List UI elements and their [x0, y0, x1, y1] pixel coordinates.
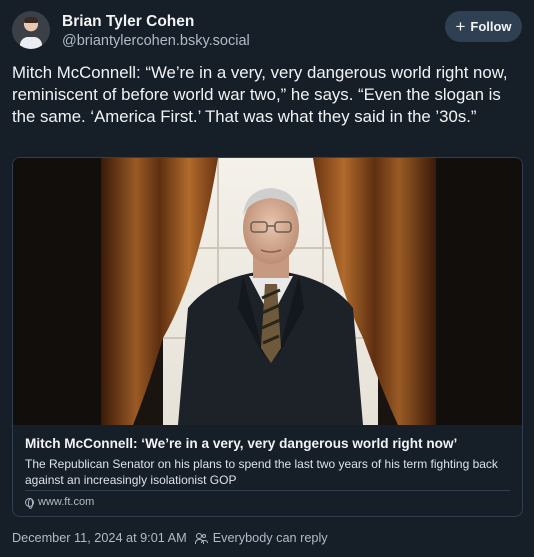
post-header: Brian Tyler Cohen @briantylercohen.bsky.… [12, 11, 522, 51]
link-card-description: The Republican Senator on his plans to s… [25, 457, 498, 487]
post-text: Mitch McConnell: “We’re in a very, very … [12, 63, 508, 126]
globe-icon [25, 497, 34, 509]
link-card-image [13, 158, 522, 425]
author-handle[interactable]: @briantylercohen.bsky.social [62, 33, 250, 49]
reply-setting: Everybody can reply [194, 531, 328, 545]
link-card-divider [25, 490, 510, 491]
link-card[interactable]: Mitch McConnell: ‘We’re in a very, very … [12, 157, 523, 517]
follow-button-label: Follow [470, 19, 512, 34]
post-timestamp[interactable]: December 11, 2024 at 9:01 AM [12, 531, 187, 545]
post-footer: December 11, 2024 at 9:01 AM Everybody c… [12, 530, 328, 546]
link-card-title: Mitch McConnell: ‘We’re in a very, very … [25, 436, 458, 451]
link-card-domain-label: www.ft.com [38, 496, 95, 508]
avatar[interactable] [12, 11, 50, 49]
link-card-domain: www.ft.com [25, 496, 95, 509]
reply-setting-label: Everybody can reply [212, 531, 328, 545]
follow-button[interactable]: + Follow [445, 11, 522, 42]
people-icon [194, 532, 209, 544]
author-name[interactable]: Brian Tyler Cohen [62, 13, 194, 31]
post: Brian Tyler Cohen @briantylercohen.bsky.… [0, 0, 534, 557]
plus-icon: + [455, 16, 466, 36]
